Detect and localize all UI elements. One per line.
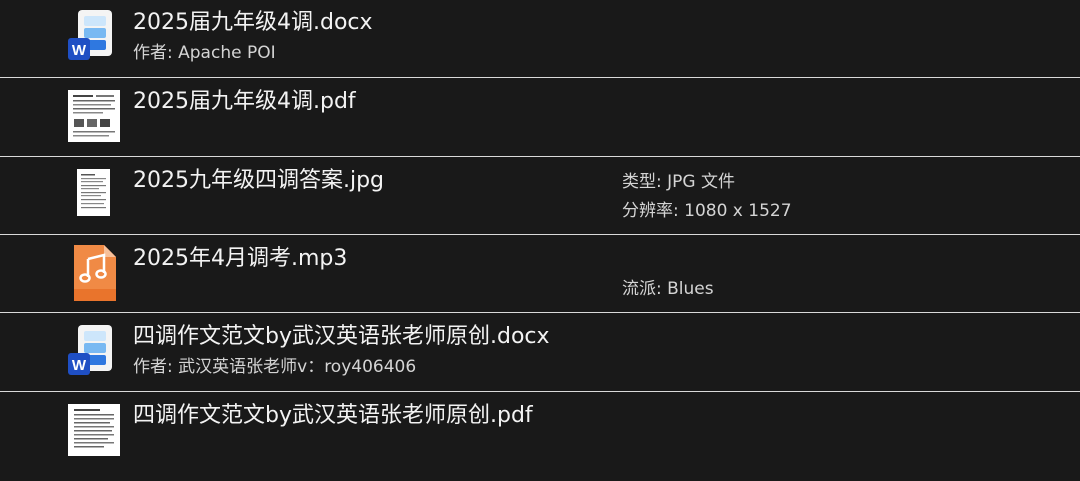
file-row-mp3[interactable]: 2025年4月调考.mp3 流派: Blues: [0, 236, 1080, 313]
row-divider: [0, 234, 1080, 235]
file-row-pdf-2[interactable]: 四调作文范文by武汉英语张老师原创.pdf: [0, 393, 1080, 470]
file-name: 2025届九年级4调.pdf: [133, 89, 356, 114]
row-divider: [0, 156, 1080, 157]
svg-text:W: W: [72, 42, 87, 59]
file-name: 2025九年级四调答案.jpg: [133, 168, 385, 193]
file-row-docx-1[interactable]: W 2025届九年级4调.docx 作者: Apache POI: [0, 0, 1080, 77]
file-name: 2025届九年级4调.docx: [133, 10, 373, 35]
row-divider: [0, 77, 1080, 78]
file-name: 四调作文范文by武汉英语张老师原创.pdf: [133, 403, 533, 428]
mp3-audio-icon: [66, 243, 122, 301]
file-row-docx-2[interactable]: W 四调作文范文by武汉英语张老师原创.docx 作者: 武汉英语张老师v：ro…: [0, 314, 1080, 391]
file-author: 作者: Apache POI: [133, 43, 276, 63]
pdf-thumbnail-icon: [66, 88, 122, 146]
svg-text:W: W: [72, 357, 87, 374]
row-divider: [0, 391, 1080, 392]
file-list: W 2025届九年级4调.docx 作者: Apache POI 2025届九年…: [0, 0, 1080, 481]
file-genre: 流派: Blues: [622, 279, 714, 299]
file-name: 2025年4月调考.mp3: [133, 246, 348, 271]
file-name: 四调作文范文by武汉英语张老师原创.docx: [133, 324, 550, 349]
pdf-thumbnail-icon: [66, 402, 122, 460]
file-type: 类型: JPG 文件: [622, 172, 735, 192]
file-row-jpg[interactable]: 2025九年级四调答案.jpg 类型: JPG 文件 分辨率: 1080 x 1…: [0, 158, 1080, 235]
file-resolution: 分辨率: 1080 x 1527: [622, 201, 792, 221]
word-document-icon: W: [66, 8, 122, 66]
jpg-thumbnail-icon: [66, 167, 122, 225]
word-document-icon: W: [66, 323, 122, 381]
row-divider: [0, 312, 1080, 313]
file-author: 作者: 武汉英语张老师v：roy406406: [133, 357, 417, 377]
file-row-pdf-1[interactable]: 2025届九年级4调.pdf: [0, 79, 1080, 156]
